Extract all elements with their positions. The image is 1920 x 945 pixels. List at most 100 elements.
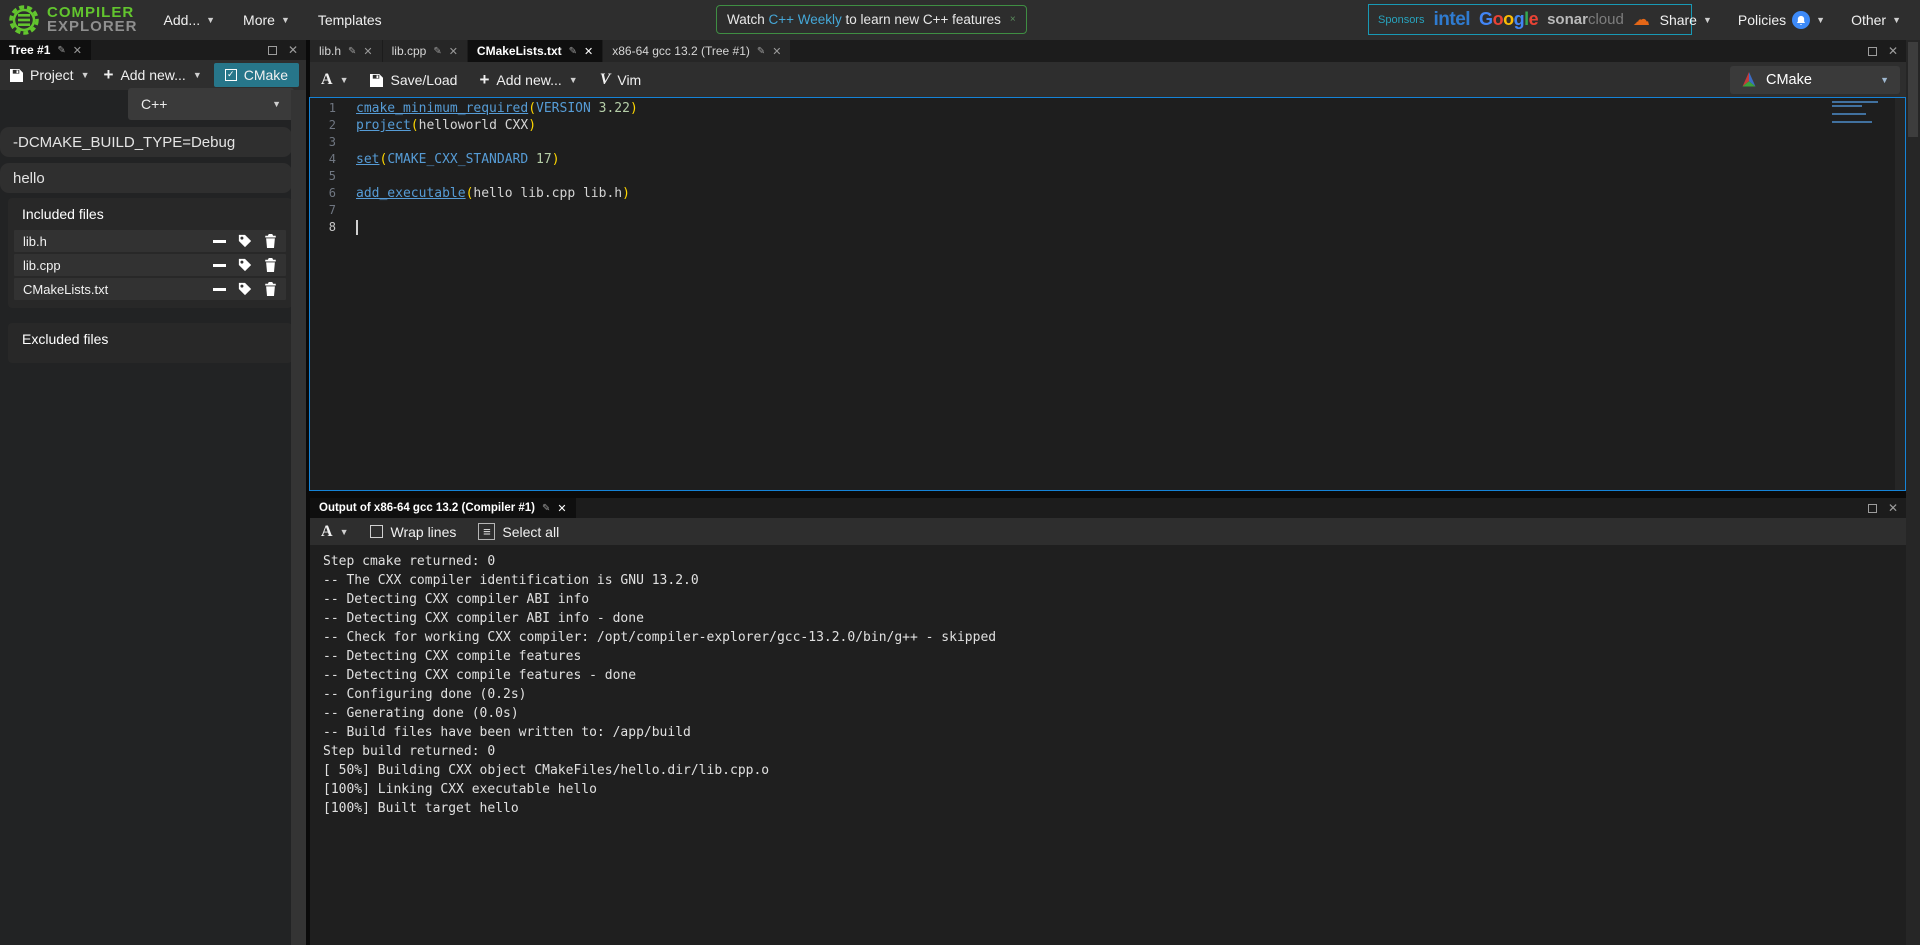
editor-toolbar: A▼ Save/Load + Add new...▼ V Vim CMake ▼ [310,62,1906,98]
sonarcloud-logo[interactable]: sonarcloud [1547,11,1624,28]
close-pane-icon[interactable]: ✕ [1888,44,1898,58]
line-number: 5 [310,168,336,185]
google-logo[interactable]: Google [1479,9,1538,30]
code-line[interactable]: 5 [310,168,1905,185]
close-icon[interactable]: ✕ [772,45,781,58]
tab-cmakelists-txt[interactable]: CMakeLists.txt ✎ ✕ [468,40,602,62]
file-name[interactable]: lib.h [23,234,201,249]
close-icon[interactable]: ✕ [449,45,458,58]
rename-icon[interactable]: ✎ [348,46,356,57]
close-icon[interactable]: ✕ [363,45,372,58]
horizontal-splitter[interactable] [310,491,1906,498]
editor-language-select[interactable]: CMake ▼ [1730,66,1900,94]
minimap[interactable] [1832,101,1894,481]
gear-logo-icon [8,4,40,36]
menu-other[interactable]: Other▼ [1842,0,1910,40]
code-line[interactable]: 8 [310,219,1905,236]
close-icon[interactable]: ✕ [557,502,566,515]
code-line[interactable]: 7 [310,202,1905,219]
file-name[interactable]: CMakeLists.txt [23,282,201,297]
editor-tab-bar: lib.h ✎ ✕ lib.cpp ✎ ✕ CMakeLists.txt ✎ ✕… [310,40,1906,62]
exclude-file-icon[interactable] [213,240,226,243]
file-name[interactable]: lib.cpp [23,258,201,273]
delete-file-icon[interactable] [264,234,277,248]
chevron-down-icon: ▼ [1703,15,1712,25]
maximize-icon[interactable] [1868,47,1877,56]
add-new-button[interactable]: + Add new...▼ [468,70,588,90]
banner-link[interactable]: C++ Weekly [769,12,842,27]
compiler-explorer-logo[interactable]: COMPILER EXPLORER [0,4,150,36]
line-text [336,134,356,151]
rename-tag-icon[interactable] [238,282,252,296]
menu-more[interactable]: More▼ [229,0,304,40]
line-number: 3 [310,134,336,151]
checkbox-checked-icon: ✓ [225,69,237,81]
close-icon[interactable]: ✕ [584,45,593,58]
intel-logo[interactable]: intel [1433,9,1470,31]
tab-lib-h[interactable]: lib.h ✎ ✕ [310,40,382,62]
menu-share[interactable]: Share▼ [1651,0,1721,40]
code-line[interactable]: 6add_executable(hello lib.cpp lib.h) [310,185,1905,202]
cmake-arguments-input[interactable] [0,127,292,157]
rename-tag-icon[interactable] [238,258,252,272]
cmake-toggle-button[interactable]: ✓ CMake [214,63,299,87]
window-scrollbar[interactable] [1906,40,1920,945]
close-icon[interactable]: ✕ [73,44,82,57]
rename-icon[interactable]: ✎ [757,46,765,57]
add-new-button[interactable]: + Add new...▼ [98,65,208,85]
code-line[interactable]: 2project(helloworld CXX) [310,117,1905,134]
language-select[interactable]: C++ ▼ [128,88,294,120]
tab-tree-1[interactable]: Tree #1 ✎ ✕ [0,40,91,60]
delete-file-icon[interactable] [264,282,277,296]
line-text [336,168,356,185]
exclude-file-icon[interactable] [213,288,226,291]
code-line[interactable]: 1cmake_minimum_required(VERSION 3.22) [310,100,1905,117]
tab-output[interactable]: Output of x86-64 gcc 13.2 (Compiler #1) … [310,498,576,518]
font-size-button[interactable]: A▼ [310,523,359,541]
delete-file-icon[interactable] [264,258,277,272]
cmake-logo-icon [1741,72,1757,88]
scrollbar-thumb[interactable] [1908,42,1918,137]
wrap-lines-checkbox[interactable]: Wrap lines [359,524,467,540]
font-size-button[interactable]: A▼ [310,71,359,89]
rename-tag-icon[interactable] [238,234,252,248]
chevron-down-icon: ▼ [281,15,290,25]
close-pane-icon[interactable]: ✕ [288,43,298,57]
code-line[interactable]: 4set(CMAKE_CXX_STANDARD 17) [310,151,1905,168]
tree-pane-scrollbar[interactable] [291,90,306,945]
banner-close-icon[interactable]: × [1010,14,1016,25]
output-tab-bar: Output of x86-64 gcc 13.2 (Compiler #1) … [310,498,1906,518]
menu-add[interactable]: Add...▼ [150,0,230,40]
output-filename-input[interactable] [0,163,292,193]
line-number: 1 [310,100,336,117]
file-row: lib.cpp [14,254,286,276]
maximize-icon[interactable] [1868,504,1877,513]
banner-text-suffix: to learn new C++ features [842,12,1001,27]
rename-icon[interactable]: ✎ [57,45,65,56]
close-pane-icon[interactable]: ✕ [1888,501,1898,515]
menu-policies[interactable]: Policies ▼ [1729,0,1834,40]
rename-icon[interactable]: ✎ [542,503,550,514]
chevron-down-icon: ▼ [340,75,349,85]
minimap-slider[interactable] [1895,98,1905,490]
excluded-files-box: Excluded files [8,323,292,363]
line-number: 4 [310,151,336,168]
select-all-button[interactable]: ≡ Select all [467,523,570,540]
line-text: set(CMAKE_CXX_STANDARD 17) [336,151,560,168]
code-line[interactable]: 3 [310,134,1905,151]
tab-compiler-tree[interactable]: x86-64 gcc 13.2 (Tree #1) ✎ ✕ [603,40,790,62]
text-cursor [356,220,358,235]
tab-lib-cpp[interactable]: lib.cpp ✎ ✕ [383,40,467,62]
exclude-file-icon[interactable] [213,264,226,267]
rename-icon[interactable]: ✎ [433,46,441,57]
navbar: COMPILER EXPLORER Add...▼ More▼ Template… [0,0,1920,40]
select-all-icon: ≡ [478,523,495,540]
menu-templates[interactable]: Templates [304,0,396,40]
rename-icon[interactable]: ✎ [569,46,577,57]
vim-toggle-button[interactable]: V Vim [589,71,653,89]
save-icon [370,74,383,87]
project-menu-button[interactable]: Project▼ [4,67,96,83]
maximize-icon[interactable] [268,46,277,55]
save-load-button[interactable]: Save/Load [359,72,468,88]
code-editor[interactable]: 1cmake_minimum_required(VERSION 3.22)2pr… [309,97,1906,491]
